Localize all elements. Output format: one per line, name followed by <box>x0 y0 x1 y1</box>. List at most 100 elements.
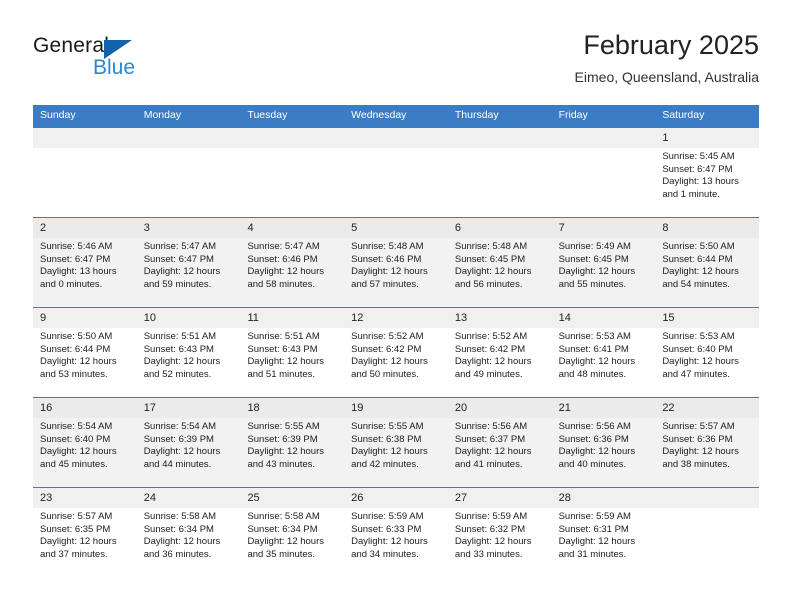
day-number: 7 <box>551 218 656 238</box>
sunset-text: Sunset: 6:36 PM <box>662 433 733 445</box>
day-number: 6 <box>447 218 552 238</box>
sunrise-text: Sunrise: 5:58 AM <box>247 511 320 522</box>
daylight-text: Daylight: 13 hours and 0 minutes. <box>40 266 117 290</box>
general-blue-logo[interactable]: General Blue <box>33 34 213 90</box>
sunset-text: Sunset: 6:35 PM <box>40 523 111 535</box>
calendar-day-cell[interactable]: 7 Sunrise: 5:49 AM Sunset: 6:45 PM Daylight… <box>551 218 656 307</box>
sunrise-text: Sunrise: 5:49 AM <box>558 241 631 252</box>
weekday-header-row: Sunday Monday Tuesday Wednesday Thursday Frid… <box>33 105 759 127</box>
sunset-text: Sunset: 6:39 PM <box>247 433 318 445</box>
day-sun-info: Sunrise: 5:57 AM Sunset: 6:36 PM Daylight:… <box>655 418 759 471</box>
day-number: 4 <box>240 218 345 238</box>
sunset-text: Sunset: 6:40 PM <box>662 343 733 355</box>
calendar-day-cell[interactable]: 22 Sunrise: 5:57 AM Sunset: 6:36 PM Dayligh… <box>655 398 760 487</box>
day-number <box>344 128 448 148</box>
calendar-day-cell[interactable]: 25 Sunrise: 5:58 AM Sunset: 6:34 PM Dayligh… <box>240 488 345 577</box>
day-sun-info: Sunrise: 5:52 AM Sunset: 6:42 PM Daylight:… <box>344 328 448 381</box>
sunrise-text: Sunrise: 5:59 AM <box>558 511 631 522</box>
weekday-header-saturday: Saturday <box>662 109 705 121</box>
calendar-day-cell[interactable]: 14 Sunrise: 5:53 AM Sunset: 6:41 PM Dayligh… <box>551 308 656 397</box>
day-number: 10 <box>136 308 241 328</box>
calendar-day-cell[interactable]: 28 Sunrise: 5:59 AM Sunset: 6:31 PM Dayligh… <box>551 488 656 577</box>
calendar-day-cell[interactable]: 11 Sunrise: 5:51 AM Sunset: 6:43 PM Dayligh… <box>240 308 345 397</box>
sunrise-text: Sunrise: 5:58 AM <box>143 511 217 522</box>
calendar-day-cell-empty <box>136 128 241 217</box>
sunrise-text: Sunrise: 5:54 AM <box>40 421 113 432</box>
calendar-day-cell[interactable]: 17 Sunrise: 5:54 AM Sunset: 6:39 PM Dayligh… <box>136 398 241 487</box>
day-sun-info: Sunrise: 5:53 AM Sunset: 6:41 PM Daylight:… <box>552 328 656 381</box>
day-sun-info: Sunrise: 5:48 AM Sunset: 6:46 PM Daylight:… <box>344 238 448 291</box>
calendar-day-cell[interactable]: 3 Sunrise: 5:47 AM Sunset: 6:47 PM Daylight… <box>136 218 241 307</box>
calendar-day-cell[interactable]: 27 Sunrise: 5:59 AM Sunset: 6:32 PM Dayligh… <box>447 488 552 577</box>
calendar-day-cell[interactable]: 19 Sunrise: 5:55 AM Sunset: 6:38 PM Dayligh… <box>344 398 448 487</box>
weekday-header-tuesday: Tuesday <box>247 109 288 121</box>
logo-text-blue: Blue <box>93 56 136 79</box>
calendar-day-cell[interactable]: 1 Sunrise: 5:45 AM Sunset: 6:47 PM Daylight… <box>655 128 760 217</box>
calendar-day-cell[interactable]: 5 Sunrise: 5:48 AM Sunset: 6:46 PM Daylight… <box>344 218 448 307</box>
logo-text-general: General <box>33 34 110 57</box>
sunset-text: Sunset: 6:33 PM <box>351 523 422 535</box>
day-number: 19 <box>344 398 448 418</box>
day-number: 28 <box>551 488 656 508</box>
sunset-text: Sunset: 6:34 PM <box>247 523 318 535</box>
sunrise-text: Sunrise: 5:54 AM <box>143 421 217 432</box>
day-number: 26 <box>344 488 448 508</box>
calendar-day-cell[interactable]: 23 Sunrise: 5:57 AM Sunset: 6:35 PM Dayligh… <box>33 488 137 577</box>
sunrise-text: Sunrise: 5:56 AM <box>558 421 631 432</box>
sunrise-text: Sunrise: 5:47 AM <box>247 241 320 252</box>
day-number: 3 <box>136 218 241 238</box>
calendar-day-cell[interactable]: 13 Sunrise: 5:52 AM Sunset: 6:42 PM Dayligh… <box>447 308 552 397</box>
sunset-text: Sunset: 6:45 PM <box>454 253 526 265</box>
calendar-day-cell[interactable]: 10 Sunrise: 5:51 AM Sunset: 6:43 PM Dayligh… <box>136 308 241 397</box>
calendar-day-cell[interactable]: 24 Sunrise: 5:58 AM Sunset: 6:34 PM Dayligh… <box>136 488 241 577</box>
calendar-day-cell[interactable]: 12 Sunrise: 5:52 AM Sunset: 6:42 PM Dayligh… <box>344 308 448 397</box>
calendar-day-cell[interactable]: 21 Sunrise: 5:56 AM Sunset: 6:36 PM Dayligh… <box>551 398 656 487</box>
day-number: 9 <box>33 308 137 328</box>
calendar-day-cell[interactable]: 8 Sunrise: 5:50 AM Sunset: 6:44 PM Daylight… <box>655 218 760 307</box>
daylight-text: Daylight: 12 hours and 41 minutes. <box>454 446 532 470</box>
weekday-header-friday: Friday <box>558 109 588 121</box>
day-sun-info: Sunrise: 5:56 AM Sunset: 6:37 PM Daylight:… <box>448 418 552 471</box>
day-sun-info: Sunrise: 5:55 AM Sunset: 6:38 PM Daylight:… <box>344 418 448 471</box>
calendar-day-cell[interactable]: 9 Sunrise: 5:50 AM Sunset: 6:44 PM Daylight… <box>33 308 137 397</box>
daylight-text: Daylight: 12 hours and 40 minutes. <box>558 446 636 470</box>
calendar-week-row: 9 Sunrise: 5:50 AM Sunset: 6:44 PM Daylight… <box>33 307 760 397</box>
sunrise-text: Sunrise: 5:46 AM <box>40 241 113 252</box>
calendar-day-cell[interactable]: 20 Sunrise: 5:56 AM Sunset: 6:37 PM Dayligh… <box>447 398 552 487</box>
sunrise-text: Sunrise: 5:45 AM <box>662 151 735 162</box>
weekday-header-thursday: Thursday <box>454 109 499 121</box>
day-sun-info: Sunrise: 5:55 AM Sunset: 6:39 PM Daylight:… <box>240 418 344 471</box>
sunrise-text: Sunrise: 5:48 AM <box>454 241 528 252</box>
sunrise-text: Sunrise: 5:52 AM <box>454 331 528 342</box>
day-sun-info: Sunrise: 5:53 AM Sunset: 6:40 PM Daylight:… <box>655 328 759 381</box>
calendar-day-cell[interactable]: 16 Sunrise: 5:54 AM Sunset: 6:40 PM Dayligh… <box>33 398 137 487</box>
calendar-day-cell[interactable]: 18 Sunrise: 5:55 AM Sunset: 6:39 PM Dayligh… <box>240 398 345 487</box>
daylight-text: Daylight: 12 hours and 48 minutes. <box>558 356 636 380</box>
calendar-day-cell[interactable]: 6 Sunrise: 5:48 AM Sunset: 6:45 PM Daylight… <box>447 218 552 307</box>
daylight-text: Daylight: 12 hours and 43 minutes. <box>247 446 325 470</box>
calendar-day-cell[interactable]: 4 Sunrise: 5:47 AM Sunset: 6:46 PM Daylight… <box>240 218 345 307</box>
day-number: 1 <box>655 128 760 148</box>
sunset-text: Sunset: 6:47 PM <box>40 253 111 265</box>
sunset-text: Sunset: 6:42 PM <box>454 343 526 355</box>
calendar-day-cell[interactable]: 2 Sunrise: 5:46 AM Sunset: 6:47 PM Daylight… <box>33 218 137 307</box>
calendar-grid: Sunday Monday Tuesday Wednesday Thursday Frid… <box>33 105 760 577</box>
sunrise-text: Sunrise: 5:50 AM <box>662 241 735 252</box>
day-sun-info: Sunrise: 5:50 AM Sunset: 6:44 PM Daylight:… <box>655 238 759 291</box>
daylight-text: Daylight: 12 hours and 52 minutes. <box>143 356 221 380</box>
daylight-text: Daylight: 12 hours and 51 minutes. <box>247 356 325 380</box>
sunset-text: Sunset: 6:40 PM <box>40 433 111 445</box>
day-number: 5 <box>344 218 448 238</box>
daylight-text: Daylight: 12 hours and 49 minutes. <box>454 356 532 380</box>
weekday-header-wednesday: Wednesday <box>351 109 407 121</box>
sunset-text: Sunset: 6:43 PM <box>247 343 318 355</box>
daylight-text: Daylight: 12 hours and 57 minutes. <box>351 266 428 290</box>
sunrise-text: Sunrise: 5:55 AM <box>247 421 320 432</box>
calendar-day-cell[interactable]: 15 Sunrise: 5:53 AM Sunset: 6:40 PM Dayligh… <box>655 308 760 397</box>
daylight-text: Daylight: 12 hours and 56 minutes. <box>454 266 532 290</box>
day-sun-info: Sunrise: 5:58 AM Sunset: 6:34 PM Daylight:… <box>137 508 241 561</box>
day-sun-info: Sunrise: 5:50 AM Sunset: 6:44 PM Daylight:… <box>33 328 137 381</box>
calendar-day-cell-empty <box>33 128 137 217</box>
calendar-day-cell[interactable]: 26 Sunrise: 5:59 AM Sunset: 6:33 PM Dayligh… <box>344 488 448 577</box>
day-sun-info: Sunrise: 5:54 AM Sunset: 6:40 PM Daylight:… <box>33 418 137 471</box>
